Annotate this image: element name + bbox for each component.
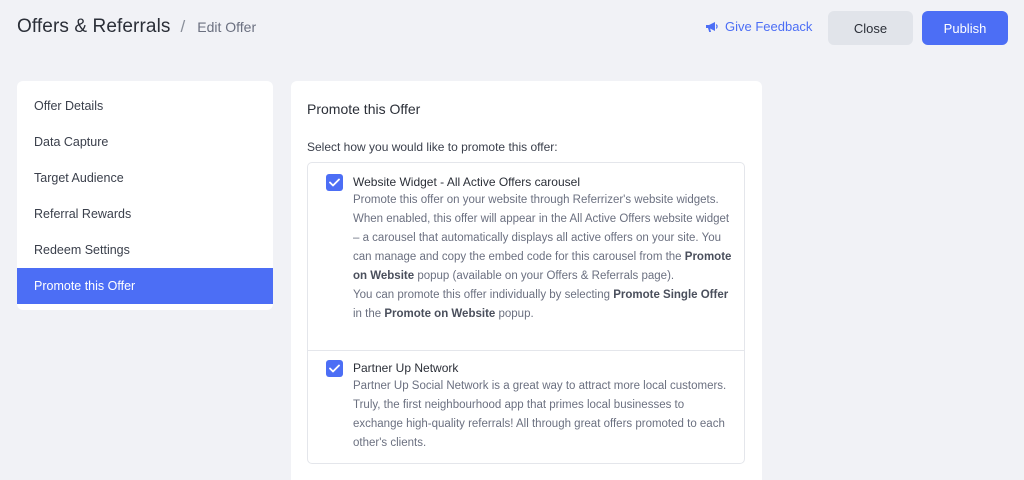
promote-offer-card: Promote this Offer Select how you would …	[291, 81, 762, 480]
sidebar-nav: Offer Details Data Capture Target Audien…	[17, 81, 273, 310]
partner-up-checkbox[interactable]	[326, 360, 343, 377]
promotion-options: Website Widget - All Active Offers carou…	[307, 162, 745, 464]
section-title: Promote this Offer	[307, 101, 421, 117]
close-button[interactable]: Close	[828, 11, 913, 45]
partner-up-description: Partner Up Social Network is a great way…	[353, 380, 727, 449]
megaphone-icon	[706, 21, 718, 32]
checkmark-icon	[329, 364, 340, 373]
option-partner-up-network: Partner Up Network Partner Up Social Net…	[308, 351, 744, 463]
sidebar-item-target-audience[interactable]: Target Audience	[17, 160, 273, 196]
sidebar-item-offer-details[interactable]: Offer Details	[17, 88, 273, 124]
website-widget-description: Promote this offer on your website throu…	[353, 194, 732, 320]
website-widget-title: Website Widget - All Active Offers carou…	[353, 175, 580, 189]
give-feedback-link[interactable]: Give Feedback	[705, 19, 812, 34]
checkmark-icon	[329, 178, 340, 187]
sidebar-item-referral-rewards[interactable]: Referral Rewards	[17, 196, 273, 232]
sidebar-item-redeem-settings[interactable]: Redeem Settings	[17, 232, 273, 268]
section-subtitle: Select how you would like to promote thi…	[307, 140, 558, 154]
give-feedback-label: Give Feedback	[725, 19, 813, 34]
header: Offers & Referrals / Edit Offer Give Fee…	[0, 0, 1024, 58]
website-widget-checkbox[interactable]	[326, 174, 343, 191]
publish-button[interactable]: Publish	[922, 11, 1008, 45]
option-website-widget: Website Widget - All Active Offers carou…	[308, 163, 744, 351]
breadcrumb-separator: /	[180, 17, 186, 36]
breadcrumb: Offers & Referrals / Edit Offer	[17, 16, 256, 38]
breadcrumb-root[interactable]: Offers & Referrals	[17, 16, 171, 38]
sidebar-item-data-capture[interactable]: Data Capture	[17, 124, 273, 160]
partner-up-title: Partner Up Network	[353, 361, 459, 375]
sidebar-item-promote-offer[interactable]: Promote this Offer	[17, 268, 273, 304]
breadcrumb-current: Edit Offer	[197, 19, 257, 35]
